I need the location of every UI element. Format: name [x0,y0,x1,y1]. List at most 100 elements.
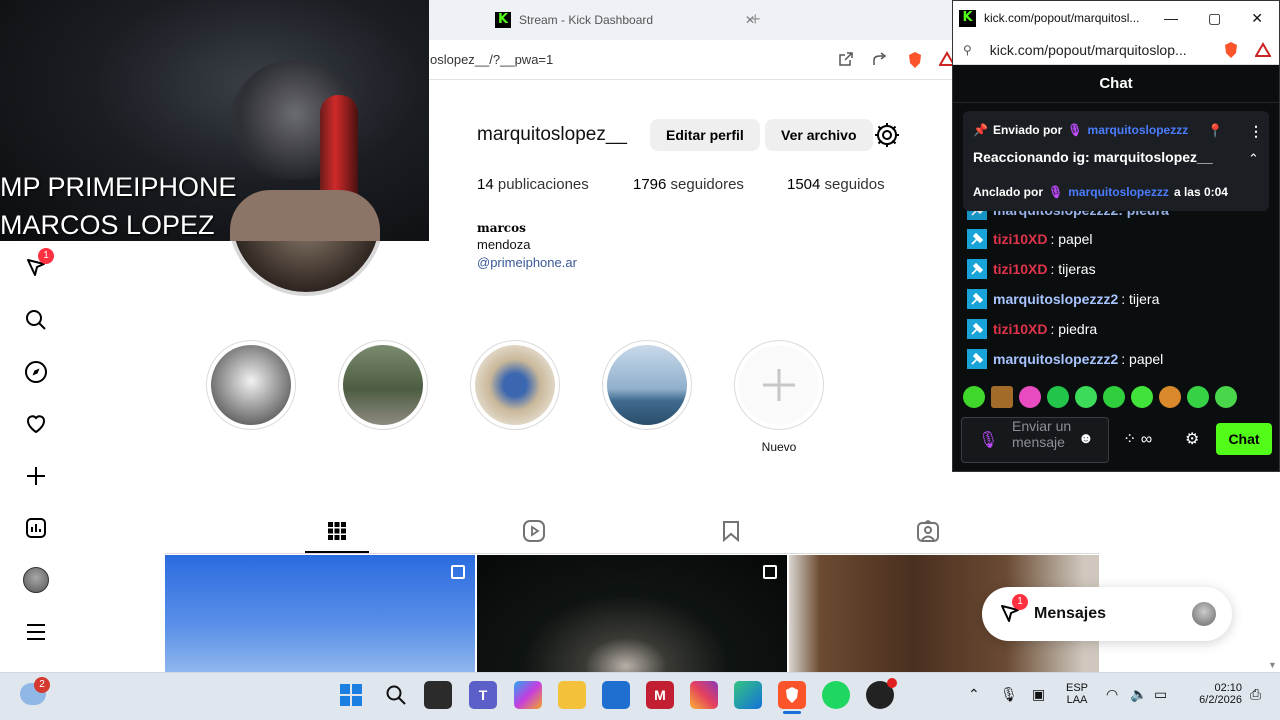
browser-tab[interactable]: K Stream - Kick Dashboard ✕ [495,6,775,34]
share-icon[interactable] [871,51,889,69]
profile-avatar[interactable] [22,566,50,594]
emoji-picker-icon[interactable]: ☻ [1078,430,1094,447]
address-url[interactable]: oslopez__/?__pwa=1 [430,52,553,67]
settings-gear-icon[interactable] [874,122,900,148]
language-indicator[interactable]: ESP LAA [1064,682,1090,706]
view-archive-button[interactable]: Ver archivo [765,119,873,151]
following-stat[interactable]: 1504 seguidos [787,176,885,193]
edit-profile-button[interactable]: Editar perfil [650,119,760,151]
notifications-heart-icon[interactable]: 1 [22,248,54,282]
display-icon[interactable]: ▣ [1032,686,1045,703]
story-highlight[interactable] [338,340,428,430]
site-info-icon[interactable]: ⚲ [963,43,972,57]
webcam-overlay: MP PRIMEIPHONE MARCOS LOPEZ [0,0,429,241]
wifi-icon[interactable]: ◠ [1106,686,1118,703]
file-explorer-icon[interactable] [558,681,586,709]
tagged-icon[interactable] [916,519,940,543]
new-tab-button[interactable]: + [750,9,761,30]
story-highlight[interactable] [206,340,296,430]
clock[interactable]: 02:10 6/2/2026 [1186,682,1242,706]
emote-icon[interactable] [1103,386,1125,408]
bio-link[interactable]: @primeiphone.ar [477,255,577,270]
edge-icon[interactable] [734,681,762,709]
post-thumbnail[interactable] [165,555,475,672]
unpin-icon[interactable]: 📍 [1207,123,1223,139]
volume-icon[interactable]: 🔈 [1130,686,1147,703]
teams-icon[interactable]: T [469,681,497,709]
tray-overflow-chevron-icon[interactable]: ⌃ [968,686,980,703]
weather-widget-icon[interactable]: 2 [20,677,50,705]
saved-bookmark-icon[interactable] [719,519,743,543]
tabs-divider [165,553,1099,554]
messages-button[interactable]: 1 Mensajes [982,587,1232,641]
heart-icon[interactable] [22,410,50,438]
popout-url[interactable]: kick.com/popout/marquitoslop... [990,42,1187,58]
emote-icon[interactable] [1047,386,1069,408]
emote-icon[interactable] [1187,386,1209,408]
reels-icon[interactable] [522,519,546,543]
microsoft-store-icon[interactable] [602,681,630,709]
chat-username[interactable]: tizi10XD [993,261,1047,277]
insights-chart-icon[interactable] [22,514,50,542]
spotify-icon[interactable] [822,681,850,709]
emote-icon[interactable] [1215,386,1237,408]
collapse-chevron-icon[interactable]: ⌃ [1248,151,1259,167]
brave-shield-icon[interactable] [906,51,924,69]
mcafee-icon[interactable]: M [646,681,674,709]
notification-center-icon[interactable]: ⎙ [1250,686,1261,703]
instagram-icon[interactable] [690,681,718,709]
pinned-by-user[interactable]: marquitoslopezzz [1068,185,1169,199]
create-plus-icon[interactable] [22,462,50,490]
brave-shield-icon[interactable] [1223,41,1239,59]
story-highlight[interactable] [470,340,560,430]
chat-message: tizi10XD: tijeras [967,259,1096,279]
emote-icon[interactable] [991,386,1013,408]
chat-header: Chat [953,65,1279,103]
chat-username[interactable]: marquitoslopezzz2 [993,351,1118,367]
clock-date: 6/2/2026 [1199,694,1242,706]
profile-username: marquitoslopez__ [477,124,627,145]
chat-username[interactable]: tizi10XD [993,321,1047,337]
notification-badge: 1 [38,248,54,264]
obs-studio-icon[interactable] [866,678,897,709]
slowmode-infinity-icon[interactable]: ⁘ ∞ [1123,429,1152,449]
emote-icon[interactable] [1075,386,1097,408]
windows-start-icon[interactable] [337,681,365,709]
menu-hamburger-icon[interactable] [22,618,50,646]
recording-indicator [887,678,897,688]
microphone-icon[interactable]: 🎙 [1000,686,1018,703]
brave-browser-icon[interactable] [778,681,806,709]
followers-stat[interactable]: 1796 seguidores [633,176,744,193]
chat-username[interactable]: marquitoslopezzz2 [993,291,1118,307]
battery-icon[interactable]: ▭ [1154,686,1167,703]
open-external-icon[interactable] [837,51,855,69]
new-highlight-button[interactable] [734,340,824,430]
emote-icon[interactable] [963,386,985,408]
rewards-triangle-icon[interactable] [1255,41,1271,58]
emote-icon[interactable] [1159,386,1181,408]
more-options-icon[interactable]: ⋮ [1249,123,1263,140]
language-line1: ESP [1065,682,1088,694]
task-view-icon[interactable] [424,681,452,709]
popout-address-bar[interactable]: ⚲ kick.com/popout/marquitoslop... [953,35,1279,65]
pinned-time: a las 0:04 [1173,185,1228,199]
chat-message-input[interactable]: 🎙 Enviar un mensaje ☻ [961,417,1109,463]
scroll-down-arrow[interactable]: ▼ [1268,660,1278,670]
search-icon[interactable] [22,306,50,334]
search-icon[interactable] [382,681,410,709]
emote-icon[interactable] [1131,386,1153,408]
sent-by-user[interactable]: marquitoslopezzz [1088,123,1189,137]
post-thumbnail[interactable] [477,555,787,672]
posts-grid-icon[interactable] [325,519,349,543]
maximize-icon[interactable]: ▢ [1208,10,1221,27]
chat-settings-gear-icon[interactable]: ⚙ [1185,429,1199,449]
chat-username[interactable]: tizi10XD [993,231,1047,247]
close-icon[interactable]: ✕ [1251,10,1263,27]
story-highlight[interactable] [602,340,692,430]
posts-label: publicaciones [497,176,589,193]
send-chat-button[interactable]: Chat [1216,423,1272,455]
explore-compass-icon[interactable] [22,358,50,386]
emote-icon[interactable] [1019,386,1041,408]
minimize-icon[interactable]: — [1164,10,1178,27]
copilot-icon[interactable] [514,681,542,709]
